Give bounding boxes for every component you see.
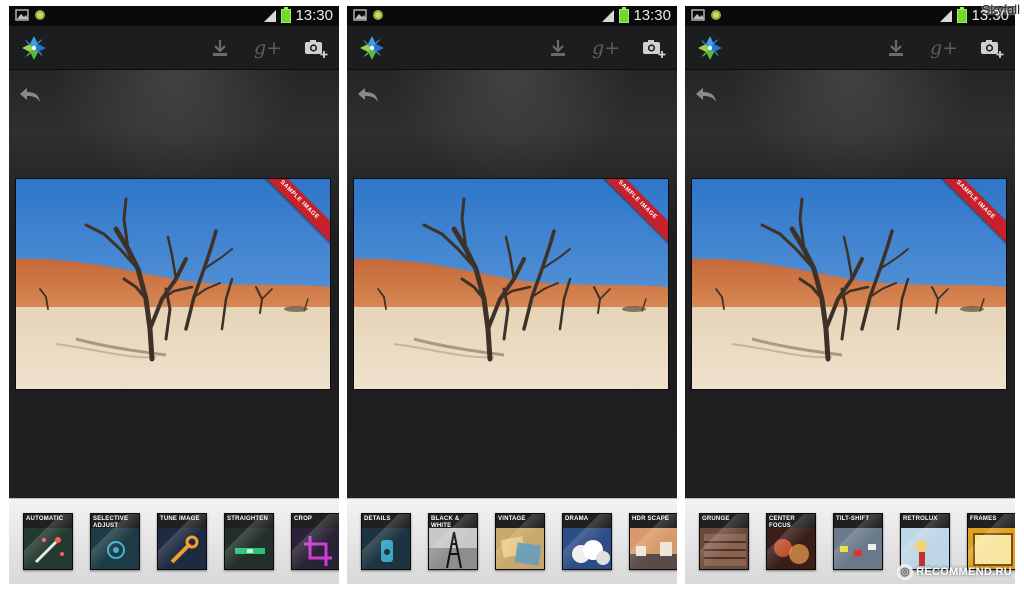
tool-black-white[interactable]: BLACK & WHITE bbox=[428, 513, 478, 570]
back-arrow-icon[interactable] bbox=[693, 84, 719, 106]
signal-icon bbox=[940, 10, 953, 22]
sample-image-ribbon: SAMPLE IMAGE bbox=[940, 179, 1006, 245]
watermark-title: Skyfall bbox=[981, 2, 1020, 17]
tool-center-focus[interactable]: CENTER FOCUS bbox=[766, 513, 816, 570]
tool-tilt-shift[interactable]: TILT-SHIFT bbox=[833, 513, 883, 570]
phone-screen-1: 13:30 g+ SAMPLE IMAGE AUTOMATIC SELECTIV… bbox=[9, 6, 339, 584]
action-icons: g+ bbox=[881, 34, 1007, 62]
tools-row: DETAILS BLACK & WHITE VINTAGE DRAMA HDR … bbox=[361, 513, 677, 570]
tool-label: CROP bbox=[294, 516, 313, 522]
android-notification-icon bbox=[711, 10, 721, 20]
sample-image-badge: SAMPLE IMAGE bbox=[264, 179, 330, 245]
screenshot-collage: 13:30 g+ SAMPLE IMAGE AUTOMATIC SELECTIV… bbox=[0, 0, 1024, 594]
google-plus-icon[interactable]: g+ bbox=[253, 34, 283, 62]
tools-bar: DETAILS BLACK & WHITE VINTAGE DRAMA HDR … bbox=[347, 498, 677, 584]
battery-icon bbox=[619, 7, 630, 23]
tool-straighten[interactable]: STRAIGHTEN bbox=[224, 513, 274, 570]
tools-row: AUTOMATIC SELECTIVE ADJUST TUNE IMAGE ST… bbox=[23, 513, 339, 570]
status-time: 13:30 bbox=[295, 7, 333, 24]
tool-frames[interactable]: FRAMES bbox=[967, 513, 1015, 570]
camera-add-icon[interactable] bbox=[639, 34, 669, 62]
gallery-notification-icon bbox=[15, 9, 29, 21]
status-bar: 13:30 bbox=[347, 6, 677, 26]
tool-grunge[interactable]: GRUNGE bbox=[699, 513, 749, 570]
tools-bar: AUTOMATIC SELECTIVE ADJUST TUNE IMAGE ST… bbox=[9, 498, 339, 584]
notification-icons bbox=[691, 8, 723, 22]
sample-photo[interactable]: SAMPLE IMAGE bbox=[353, 178, 669, 390]
google-plus-icon[interactable]: g+ bbox=[591, 34, 621, 62]
status-right: 13:30 bbox=[263, 7, 333, 25]
phone-screen-2: 13:30 g+ SAMPLE IMAGE DETAILS BLACK & WH… bbox=[347, 6, 677, 584]
tool-crop[interactable]: CROP bbox=[291, 513, 339, 570]
tool-details[interactable]: DETAILS bbox=[361, 513, 411, 570]
snapseed-logo-icon[interactable] bbox=[359, 35, 385, 61]
tool-selective-adjust[interactable]: SELECTIVE ADJUST bbox=[90, 513, 140, 570]
tool-hdr-scape[interactable]: HDR SCAPE bbox=[629, 513, 677, 570]
sample-image-badge: SAMPLE IMAGE bbox=[940, 179, 1006, 245]
download-icon[interactable] bbox=[205, 34, 235, 62]
tool-label: VINTAGE bbox=[498, 516, 526, 522]
camera-add-icon[interactable] bbox=[977, 34, 1007, 62]
tool-label: AUTOMATIC bbox=[26, 516, 64, 522]
snapseed-logo-icon[interactable] bbox=[21, 35, 47, 61]
signal-icon bbox=[602, 10, 615, 22]
action-icons: g+ bbox=[205, 34, 331, 62]
google-plus-icon[interactable]: g+ bbox=[929, 34, 959, 62]
work-area: SAMPLE IMAGE bbox=[347, 70, 677, 498]
notification-icons bbox=[353, 8, 385, 22]
status-right: 13:30 bbox=[601, 7, 671, 25]
battery-icon bbox=[957, 7, 968, 23]
notification-icons bbox=[15, 8, 47, 22]
action-bar: g+ bbox=[9, 26, 339, 70]
phone-screen-3: 13:30 g+ SAMPLE IMAGE GRUNGE CENTER FOCU… bbox=[685, 6, 1015, 584]
snapseed-logo-icon[interactable] bbox=[697, 35, 723, 61]
tool-label: DRAMA bbox=[565, 516, 589, 522]
sample-image-ribbon: SAMPLE IMAGE bbox=[264, 179, 330, 245]
tool-label: SELECTIVE ADJUST bbox=[93, 516, 129, 529]
action-bar: g+ bbox=[685, 26, 1015, 70]
action-bar: g+ bbox=[347, 26, 677, 70]
back-arrow-icon[interactable] bbox=[17, 84, 43, 106]
tool-retrolux[interactable]: RETROLUX bbox=[900, 513, 950, 570]
status-bar: 13:30 bbox=[9, 6, 339, 26]
tool-label: BLACK & WHITE bbox=[431, 516, 460, 529]
status-bar: 13:30 bbox=[685, 6, 1015, 26]
android-notification-icon bbox=[35, 10, 45, 20]
sample-image-badge: SAMPLE IMAGE bbox=[602, 179, 668, 245]
signal-icon bbox=[264, 10, 277, 22]
tool-label: TUNE IMAGE bbox=[160, 516, 200, 522]
action-icons: g+ bbox=[543, 34, 669, 62]
tool-label: GRUNGE bbox=[702, 516, 730, 522]
sample-photo[interactable]: SAMPLE IMAGE bbox=[691, 178, 1007, 390]
battery-icon bbox=[281, 7, 292, 23]
tools-row: GRUNGE CENTER FOCUS TILT-SHIFT RETROLUX … bbox=[699, 513, 1015, 570]
download-icon[interactable] bbox=[543, 34, 573, 62]
tool-vintage[interactable]: VINTAGE bbox=[495, 513, 545, 570]
tool-label: CENTER FOCUS bbox=[769, 516, 795, 529]
tool-tune-image[interactable]: TUNE IMAGE bbox=[157, 513, 207, 570]
work-area: SAMPLE IMAGE bbox=[9, 70, 339, 498]
camera-add-icon[interactable] bbox=[301, 34, 331, 62]
android-notification-icon bbox=[373, 10, 383, 20]
tool-drama[interactable]: DRAMA bbox=[562, 513, 612, 570]
tool-label: TILT-SHIFT bbox=[836, 516, 870, 522]
gallery-notification-icon bbox=[353, 9, 367, 21]
sample-photo[interactable]: SAMPLE IMAGE bbox=[15, 178, 331, 390]
tool-label: DETAILS bbox=[364, 516, 391, 522]
sample-image-ribbon: SAMPLE IMAGE bbox=[602, 179, 668, 245]
gallery-notification-icon bbox=[691, 9, 705, 21]
status-time: 13:30 bbox=[633, 7, 671, 24]
tool-label: RETROLUX bbox=[903, 516, 938, 522]
tool-automatic[interactable]: AUTOMATIC bbox=[23, 513, 73, 570]
tool-label: FRAMES bbox=[970, 516, 997, 522]
tool-label: STRAIGHTEN bbox=[227, 516, 268, 522]
tool-label: HDR SCAPE bbox=[632, 516, 670, 522]
download-icon[interactable] bbox=[881, 34, 911, 62]
back-arrow-icon[interactable] bbox=[355, 84, 381, 106]
work-area: SAMPLE IMAGE bbox=[685, 70, 1015, 498]
